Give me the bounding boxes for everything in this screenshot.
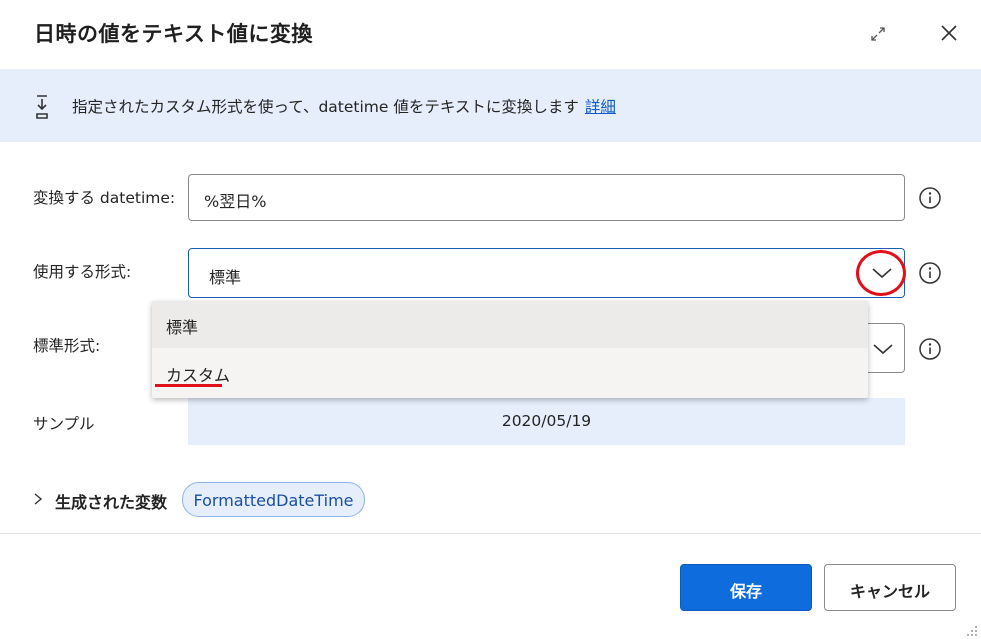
- expand-icon: [871, 27, 885, 41]
- generated-variables-label[interactable]: 生成された変数: [55, 489, 167, 513]
- variable-name: FormattedDateTime: [193, 491, 354, 510]
- datetime-value: %翌日%: [204, 192, 267, 211]
- close-button[interactable]: [936, 20, 962, 46]
- save-button[interactable]: 保存: [680, 564, 812, 611]
- resize-grip-icon[interactable]: [966, 625, 978, 637]
- dropdown-option-standard[interactable]: 標準: [152, 301, 868, 348]
- format-dropdown-list: 標準 カスタム: [152, 301, 868, 398]
- standard-format-label: 標準形式:: [33, 337, 101, 355]
- cancel-button[interactable]: キャンセル: [824, 564, 956, 611]
- sample-value: 2020/05/19: [501, 412, 592, 430]
- dialog-title: 日時の値をテキスト値に変換: [34, 22, 313, 46]
- format-value: 標準: [209, 268, 242, 287]
- details-link[interactable]: 詳細: [585, 98, 616, 116]
- chevron-right-icon[interactable]: [32, 492, 44, 506]
- highlight-circle: [856, 250, 906, 296]
- datetime-input[interactable]: %翌日%: [188, 174, 905, 221]
- chevron-down-icon[interactable]: [872, 342, 894, 356]
- option-label: 標準: [166, 318, 199, 337]
- banner-text: 指定されたカスタム形式を使って、datetime 値をテキストに変換します 詳細: [72, 95, 616, 117]
- banner-description: 指定されたカスタム形式を使って、datetime 値をテキストに変換します: [72, 98, 579, 116]
- info-icon[interactable]: [918, 337, 942, 361]
- close-icon: [941, 25, 957, 41]
- info-icon[interactable]: [918, 186, 942, 210]
- dropdown-option-custom[interactable]: カスタム: [152, 349, 868, 396]
- cancel-label: キャンセル: [849, 582, 930, 601]
- datetime-label: 変換する datetime:: [33, 189, 176, 207]
- sample-label: サンプル: [33, 415, 95, 433]
- variable-pill[interactable]: FormattedDateTime: [182, 482, 365, 517]
- sample-box: 2020/05/19: [188, 398, 905, 445]
- convert-icon: [36, 95, 48, 119]
- footer-divider: [0, 533, 981, 534]
- option-label: カスタム: [166, 366, 231, 385]
- format-select[interactable]: 標準: [188, 248, 905, 298]
- highlight-underline: [155, 384, 222, 387]
- info-icon[interactable]: [918, 261, 942, 285]
- convert-datetime-dialog: 日時の値をテキスト値に変換 指定されたカスタム形式を使って、datetime 値…: [0, 0, 981, 639]
- expand-button[interactable]: [866, 22, 890, 46]
- save-label: 保存: [729, 582, 762, 601]
- format-label: 使用する形式:: [33, 263, 132, 281]
